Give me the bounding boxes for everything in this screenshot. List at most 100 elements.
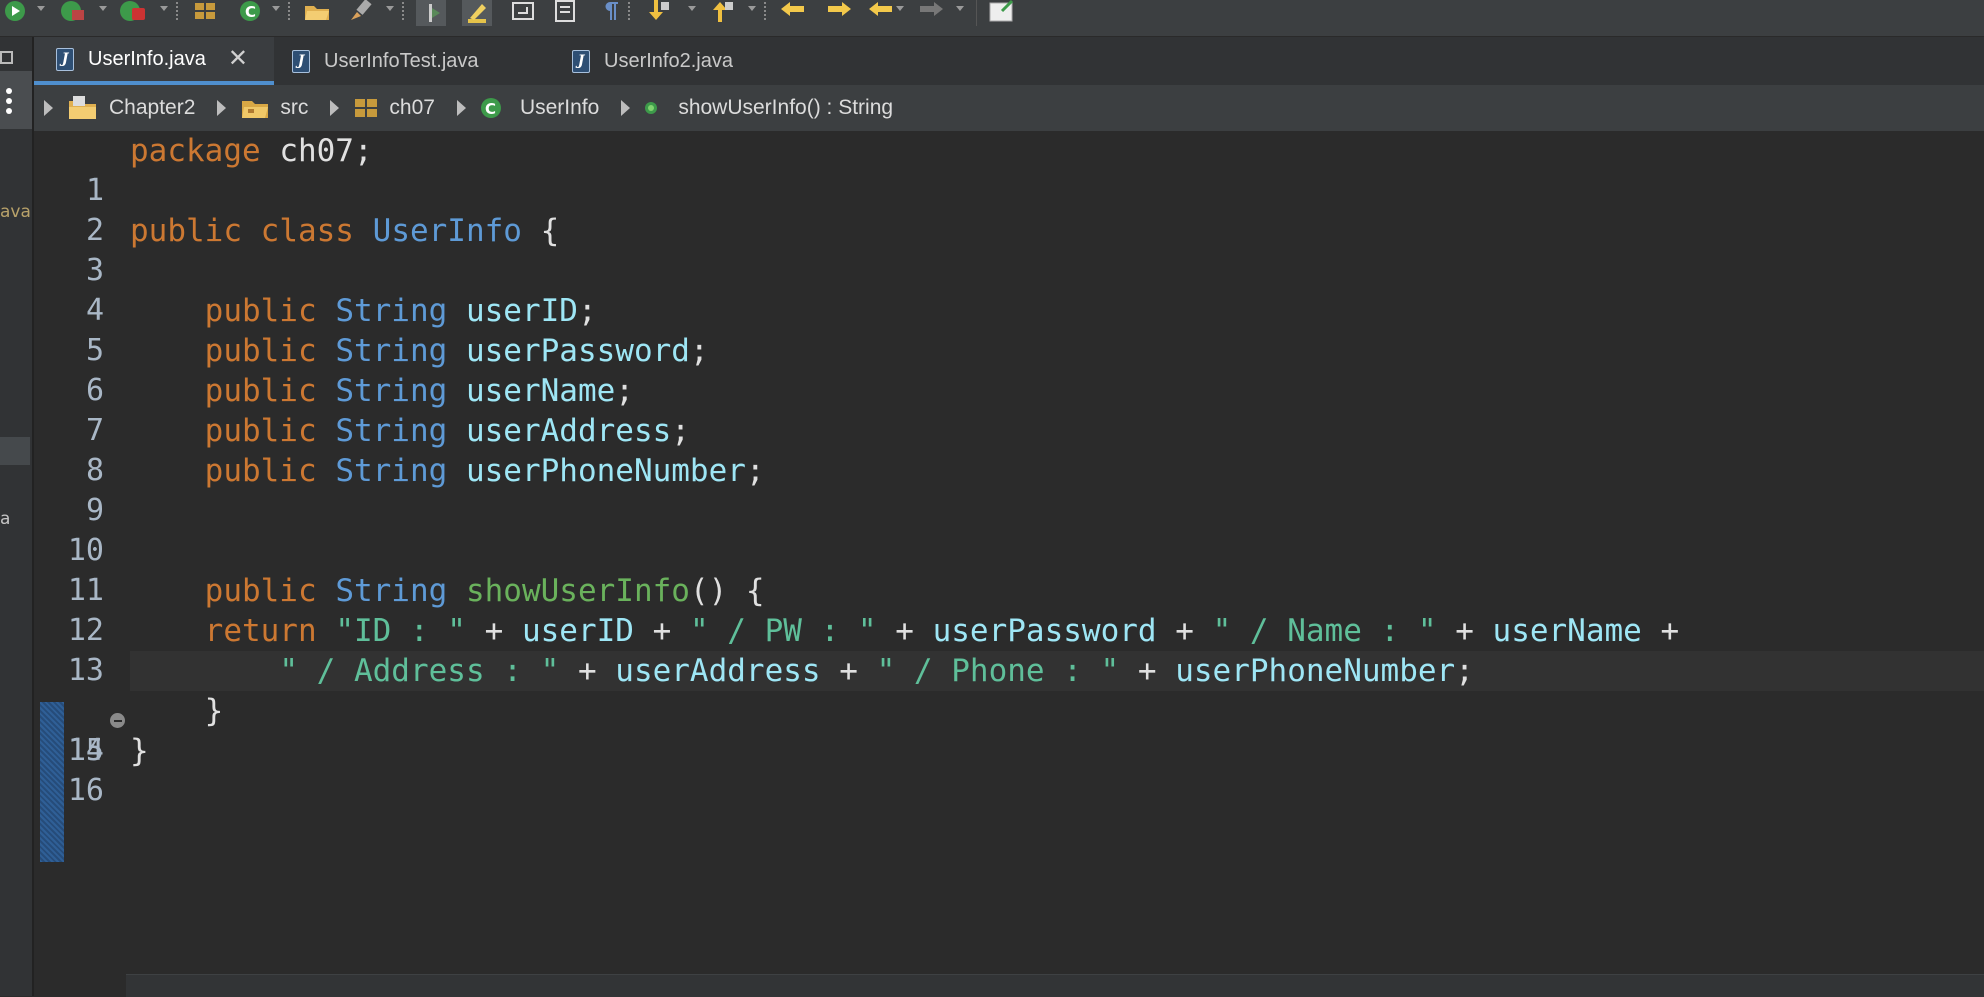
code-line[interactable]: 6 public String userPassword; (34, 331, 1984, 408)
toolbar-separator (628, 2, 630, 22)
last-edit-dropdown-icon[interactable] (896, 6, 904, 11)
code-token: + (1119, 653, 1176, 689)
svg-text:C: C (245, 3, 256, 21)
toggle-mark-icon[interactable] (416, 0, 446, 26)
breadcrumb-class[interactable]: C UserInfo (435, 96, 599, 120)
debug-icon[interactable] (58, 0, 88, 22)
code-line[interactable]: 10 (34, 491, 1984, 568)
code-line[interactable]: 11 (34, 531, 1984, 608)
code-token: + (820, 653, 877, 689)
debug-dropdown-icon[interactable] (99, 6, 107, 11)
code-line[interactable]: 13 return "ID : " + userID + " / PW : " … (34, 611, 1984, 688)
code-line[interactable]: 5 public String userID; (34, 291, 1984, 368)
horizontal-scrollbar[interactable] (126, 974, 1984, 997)
view-menu-button[interactable] (0, 71, 32, 129)
toolbar-divider (976, 0, 977, 26)
toolbar-separator (764, 2, 766, 22)
sidebar-selected-row[interactable] (0, 437, 30, 465)
run-dropdown-icon[interactable] (37, 6, 45, 11)
close-icon[interactable]: ✕ (228, 47, 248, 71)
coverage-icon[interactable] (118, 0, 148, 22)
forward-disabled-dropdown-icon (956, 6, 964, 11)
code-token: } (204, 693, 224, 729)
code-token: + (876, 613, 933, 649)
breadcrumb-method[interactable]: showUserInfo() : String (599, 96, 893, 120)
code-line[interactable]: 4 (34, 251, 1984, 328)
method-name-token: showUserInfo (465, 573, 690, 609)
tab-userinfo-java[interactable]: J UserInfo.java ✕ (34, 37, 274, 85)
highlight-icon[interactable] (462, 0, 492, 26)
public-method-icon (644, 101, 658, 115)
tab-userinfotest-java[interactable]: J UserInfoTest.java (292, 37, 479, 85)
block-icon[interactable] (550, 0, 580, 22)
next-annotation-icon[interactable] (642, 0, 672, 22)
field-token: userAddress (615, 653, 821, 689)
chevron-right-icon (217, 100, 227, 116)
code-line[interactable]: 16 } (34, 731, 1984, 808)
code-token: + (1641, 613, 1680, 649)
code-editor[interactable]: 1 package ch07; 2 3 public class UserInf… (34, 131, 1984, 996)
code-token: + (633, 613, 690, 649)
field-token: userName (465, 373, 616, 409)
toolbar-separator (288, 2, 290, 22)
code-token: { (521, 213, 560, 249)
prev-annotation-dropdown-icon[interactable] (748, 6, 756, 11)
breadcrumb-project[interactable]: Chapter2 (34, 95, 195, 121)
code-token: + (465, 613, 522, 649)
open-folder-icon[interactable] (302, 0, 332, 22)
chevron-right-icon (44, 100, 53, 116)
code-token: ch07; (260, 133, 373, 169)
next-annotation-dropdown-icon[interactable] (688, 6, 696, 11)
keyword-token: public (204, 333, 317, 369)
breadcrumb-src[interactable]: src (195, 96, 308, 120)
last-edit-icon[interactable] (866, 0, 896, 22)
code-line[interactable]: 1 package ch07; (34, 131, 1984, 208)
code-token: () { (689, 573, 765, 609)
pilcrow-icon[interactable] (596, 0, 626, 22)
code-token: ; (615, 373, 634, 409)
string-token: "ID : " (335, 613, 466, 649)
chevron-right-icon (621, 100, 631, 116)
keyword-token: public (204, 373, 317, 409)
source-folder-icon (240, 96, 270, 120)
breadcrumb-label: Chapter2 (109, 96, 196, 119)
run-icon[interactable] (0, 0, 30, 22)
coverage-dropdown-icon[interactable] (160, 6, 168, 11)
breadcrumb-label: ch07 (389, 96, 435, 119)
code-token: } (130, 733, 149, 769)
forward-disabled-icon (916, 0, 946, 22)
keyword-token: class (260, 213, 354, 249)
breadcrumb-package[interactable]: ch07 (308, 96, 435, 120)
code-line[interactable]: 8 public String userAddress; (34, 411, 1984, 488)
brush-dropdown-icon[interactable] (386, 6, 394, 11)
code-line[interactable]: 7 public String userName; (34, 371, 1984, 448)
editor-tab-bar: J UserInfo.java ✕ J UserInfoTest.java J … (34, 37, 1984, 85)
keyword-token: public (130, 213, 242, 249)
restore-icon[interactable] (0, 51, 14, 65)
type-token: String (335, 293, 448, 329)
return-icon[interactable] (508, 0, 538, 22)
project-folder-icon (67, 95, 99, 121)
code-token: + (1156, 613, 1213, 649)
brush-icon[interactable] (346, 0, 376, 22)
forward-icon[interactable] (824, 0, 854, 22)
code-line-current[interactable]: 14 " / Address : " + userAddress + " / P… (34, 651, 1984, 768)
fold-collapse-icon[interactable] (110, 713, 125, 728)
tab-userinfo2-java[interactable]: J UserInfo2.java (572, 37, 733, 85)
external-icon[interactable] (988, 0, 1018, 22)
back-icon[interactable] (778, 0, 808, 22)
new-class-dropdown-icon[interactable] (272, 6, 280, 11)
type-token: String (335, 373, 448, 409)
code-line[interactable]: 12 public String showUserInfo() { (34, 571, 1984, 648)
code-line[interactable]: 2 (34, 171, 1984, 248)
java-file-icon: J (56, 47, 74, 71)
prev-annotation-icon[interactable] (706, 0, 736, 22)
package-icon[interactable] (190, 0, 220, 22)
code-line[interactable]: 15 } (34, 691, 1984, 768)
keyword-token: public (204, 453, 317, 489)
code-line[interactable]: 3 public class UserInfo { (34, 211, 1984, 288)
left-sidebar-strip: ava a (0, 37, 34, 996)
new-class-icon[interactable]: C (235, 0, 265, 22)
type-token: String (335, 413, 448, 449)
code-line[interactable]: 9 public String userPhoneNumber; (34, 451, 1984, 528)
